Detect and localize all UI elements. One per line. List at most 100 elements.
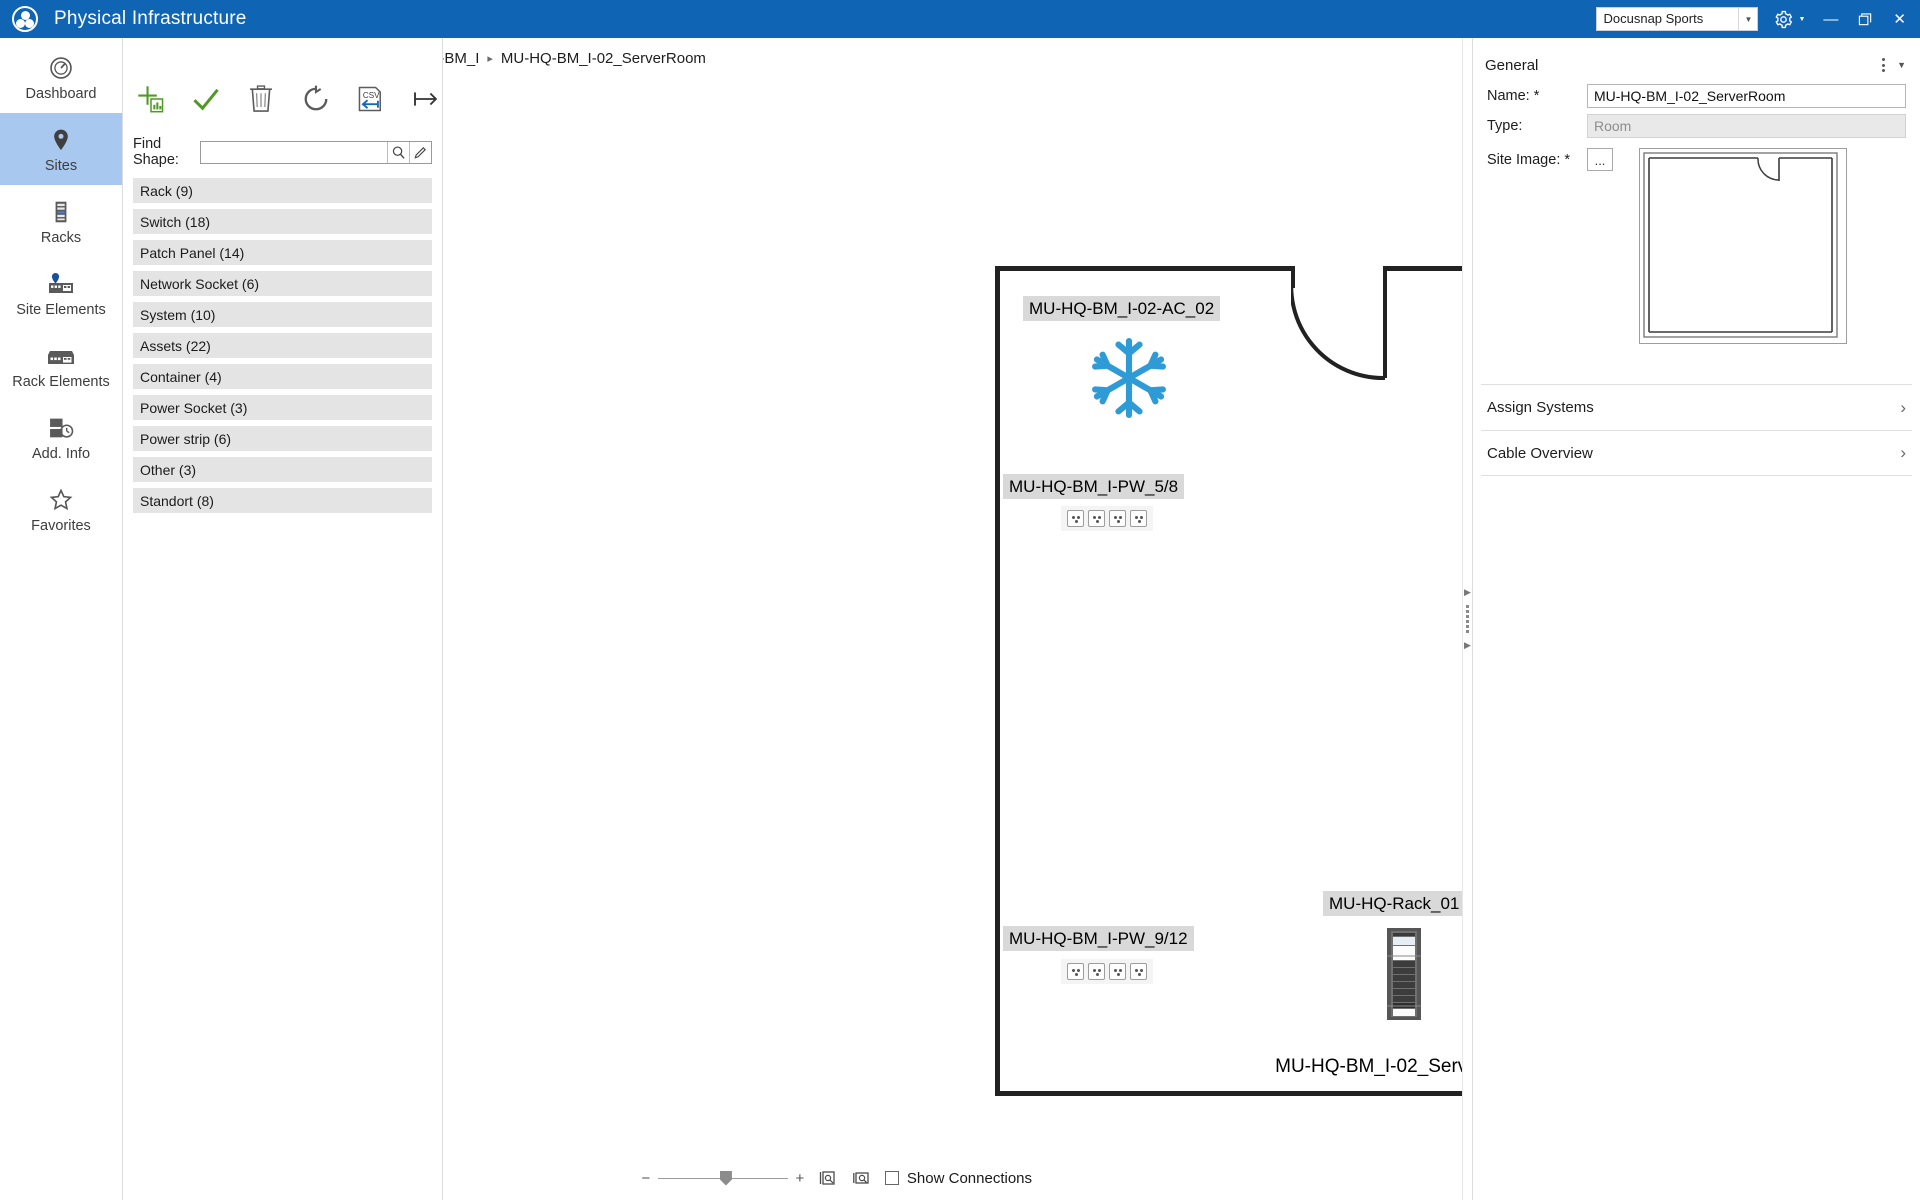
restore-button[interactable] — [1848, 0, 1883, 38]
shape-category-system[interactable]: System (10) — [133, 302, 432, 327]
chevron-down-icon[interactable]: ▼ — [1738, 8, 1758, 30]
breadcrumb-separator-icon: ▸ — [487, 53, 493, 65]
assign-systems-row[interactable]: Assign Systems › — [1481, 384, 1912, 430]
room-floorplan[interactable]: MU-HQ-BM_I-02-AC_02 MU-HQ-BM_I-PW_5/8 MU… — [995, 266, 1472, 1096]
edit-shape-button[interactable] — [409, 141, 431, 163]
shape-icon-pw-9-12[interactable] — [1061, 959, 1153, 984]
panel-splitter[interactable]: ▶ ▶ — [1462, 38, 1472, 1200]
splitter-collapse-up-icon[interactable]: ▶ — [1464, 588, 1471, 597]
shape-category-power-socket[interactable]: Power Socket (3) — [133, 395, 432, 420]
shape-label-ac-02[interactable]: MU-HQ-BM_I-02-AC_02 — [1023, 296, 1221, 322]
chevron-right-icon: › — [1900, 443, 1906, 462]
titlebar-controls: Docusnap Sports ▼ ▼ — ✕ — [1596, 0, 1920, 38]
shape-category-rack[interactable]: Rack (9) — [133, 178, 432, 203]
zoom-out-button[interactable]: − — [641, 1170, 651, 1187]
chevron-right-icon: › — [1900, 397, 1906, 417]
refresh-icon — [304, 85, 328, 111]
arrow-right-bar-icon — [414, 92, 438, 106]
shape-category-network-socket[interactable]: Network Socket (6) — [133, 271, 432, 296]
app-title: Physical Infrastructure — [54, 8, 247, 29]
more-options-icon[interactable] — [1882, 58, 1886, 72]
csv-import-button[interactable]: CSV — [356, 82, 387, 116]
delete-button[interactable] — [245, 82, 276, 116]
shape-category-switch[interactable]: Switch (18) — [133, 209, 432, 234]
sidebar-item-sites[interactable]: Sites — [0, 113, 122, 185]
sidebar-item-label: Rack Elements — [12, 373, 110, 390]
shape-category-other[interactable]: Other (3) — [133, 457, 432, 482]
browse-button[interactable]: ... — [1587, 148, 1613, 171]
splitter-collapse-down-icon[interactable]: ▶ — [1464, 641, 1471, 650]
sidebar-item-rack-elements[interactable]: Rack Elements — [0, 329, 122, 401]
power-socket-icon — [1109, 963, 1126, 980]
floorplan-title: MU-HQ-BM_I-02_ServerRoom — [1275, 1056, 1472, 1077]
zoom-in-button[interactable]: + — [795, 1170, 805, 1187]
shape-category-container[interactable]: Container (4) — [133, 364, 432, 389]
shape-category-standort[interactable]: Standort (8) — [133, 488, 432, 513]
properties-panel: General ▼ Name: * MU-HQ-BM_I-02_ServerRo… — [1472, 38, 1920, 1200]
breadcrumb-item-building[interactable]: MU-HQ-BM_I — [443, 50, 479, 67]
site-image-thumbnail[interactable] — [1639, 148, 1847, 344]
apply-button[interactable] — [190, 82, 221, 116]
shape-label-pw-9-12[interactable]: MU-HQ-BM_I-PW_9/12 — [1003, 926, 1194, 952]
app-logo-icon — [12, 6, 38, 32]
settings-button[interactable]: ▼ — [1758, 10, 1813, 29]
minimize-button[interactable]: — — [1813, 0, 1848, 38]
star-icon — [47, 485, 75, 513]
room-thumbnail-icon — [1643, 152, 1838, 338]
search-input[interactable] — [201, 141, 387, 163]
checkbox-box[interactable] — [884, 1171, 899, 1185]
shape-category-assets[interactable]: Assets (22) — [133, 333, 432, 358]
expand-button[interactable] — [411, 82, 442, 116]
sidebar-item-site-elements[interactable]: Site Elements — [0, 257, 122, 329]
find-shape-box[interactable] — [200, 140, 432, 164]
restore-icon — [1859, 12, 1872, 25]
shape-category-power-strip[interactable]: Power strip (6) — [133, 426, 432, 451]
toolbar: CSV — [123, 68, 442, 130]
cable-overview-row[interactable]: Cable Overview › — [1481, 430, 1912, 476]
zoom-slider[interactable]: − + — [641, 1170, 805, 1187]
breadcrumb-item-serverroom[interactable]: MU-HQ-BM_I-02_ServerRoom — [501, 50, 706, 67]
canvas-status-bar: − + Show Connections — [443, 1156, 1472, 1200]
name-row: Name: * MU-HQ-BM_I-02_ServerRoom — [1473, 78, 1920, 108]
name-label: Name: * — [1487, 88, 1540, 104]
power-socket-icon — [1088, 510, 1105, 527]
profile-select[interactable]: Docusnap Sports ▼ — [1596, 7, 1759, 31]
fit-width-button[interactable] — [851, 1167, 873, 1189]
panel-sections: Assign Systems › Cable Overview › — [1473, 384, 1920, 476]
settings-caret-icon: ▼ — [1798, 15, 1806, 23]
show-connections-checkbox[interactable]: Show Connections — [884, 1170, 1032, 1187]
sidebar-item-label: Sites — [44, 157, 78, 174]
sidebar-item-add-info[interactable]: Add. Info — [0, 401, 122, 473]
shape-icon-ac-02[interactable] — [1085, 334, 1173, 426]
shape-category-patch-panel[interactable]: Patch Panel (14) — [133, 240, 432, 265]
find-shape-row: Find Shape: — [123, 130, 442, 178]
wall-bottom — [995, 1091, 1472, 1096]
refresh-button[interactable] — [301, 82, 332, 116]
close-button[interactable]: ✕ — [1883, 0, 1916, 38]
floorplan-canvas[interactable]: Sites ▸ Munich ▸ MU-Headquarters ▸ MU-HQ… — [443, 38, 1472, 1200]
shape-label-rack-01[interactable]: MU-HQ-Rack_01 — [1323, 891, 1466, 917]
collapse-caret-icon[interactable]: ▼ — [1897, 60, 1906, 70]
rack-icon — [48, 197, 74, 225]
zoom-slider-track[interactable] — [657, 1170, 788, 1186]
shape-icon-rack-01[interactable] — [1385, 928, 1423, 1024]
find-shape-label: Find Shape: — [133, 136, 179, 168]
sidebar-item-label: Site Elements — [16, 301, 106, 318]
fit-page-button[interactable] — [817, 1167, 839, 1189]
zoom-slider-thumb[interactable] — [719, 1170, 732, 1186]
rack-elements-icon — [46, 341, 76, 369]
search-button[interactable] — [387, 141, 409, 163]
sidebar: Dashboard Sites Racks Site Elements Rack… — [0, 38, 123, 1200]
sidebar-item-dashboard[interactable]: Dashboard — [0, 41, 122, 113]
new-button[interactable] — [135, 82, 166, 116]
door-swing-arc — [1291, 267, 1386, 381]
sidebar-item-racks[interactable]: Racks — [0, 185, 122, 257]
shape-icon-pw-5-8[interactable] — [1061, 506, 1153, 531]
rack-cabinet-icon — [1387, 928, 1421, 1020]
shape-label-pw-5-8[interactable]: MU-HQ-BM_I-PW_5/8 — [1003, 474, 1185, 500]
svg-text:CSV: CSV — [363, 91, 380, 100]
sidebar-item-favorites[interactable]: Favorites — [0, 473, 122, 545]
type-field: Room — [1587, 114, 1906, 138]
name-field[interactable]: MU-HQ-BM_I-02_ServerRoom — [1587, 84, 1906, 108]
site-elements-icon — [46, 269, 76, 297]
